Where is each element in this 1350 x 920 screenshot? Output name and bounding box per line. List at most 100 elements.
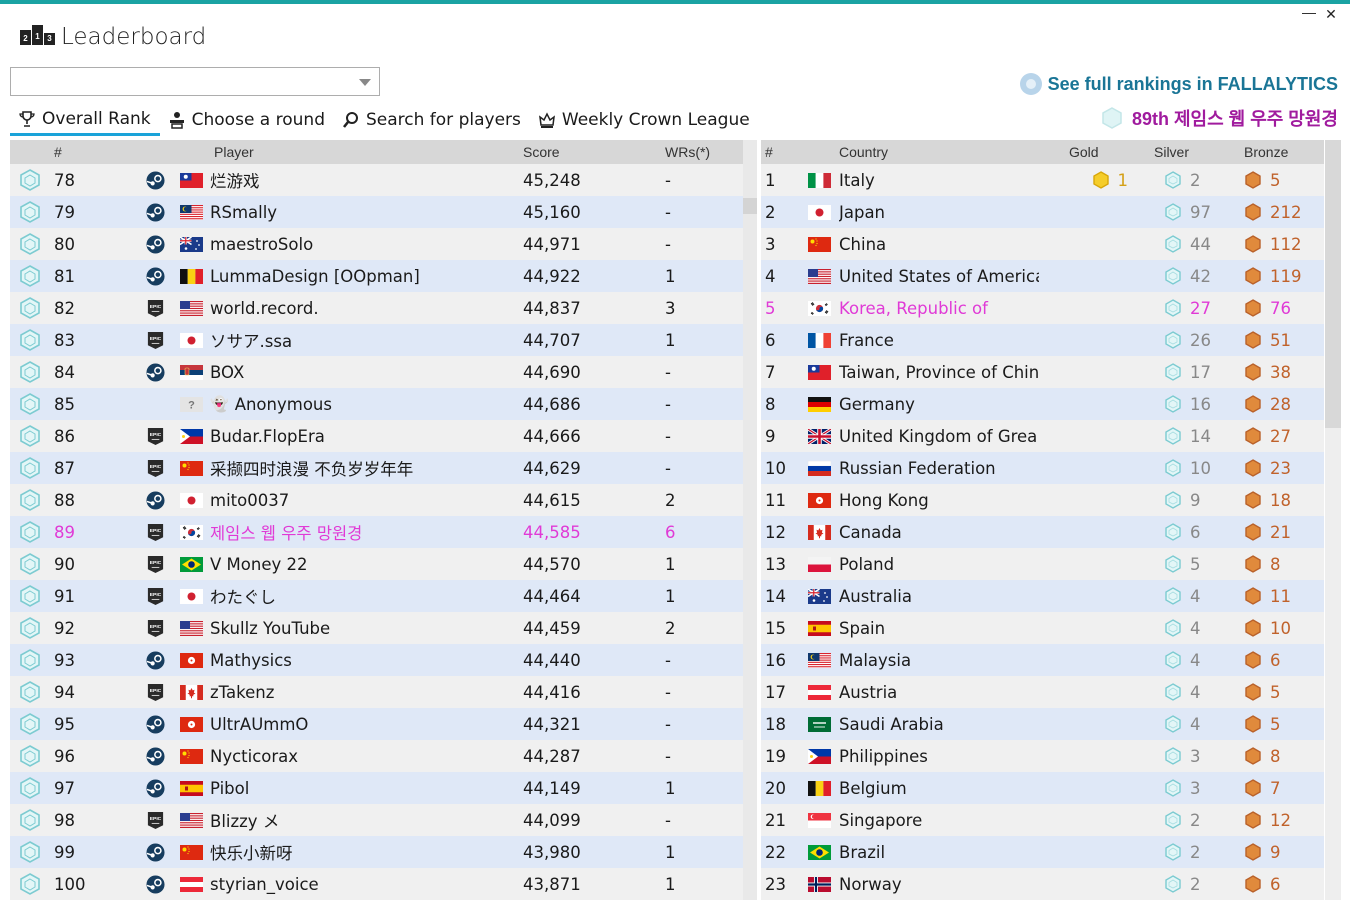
player-row[interactable]: 83 EPIC ソサア.ssa 44,707 1	[10, 324, 743, 356]
player-name[interactable]: Nycticorax	[210, 747, 298, 766]
player-row[interactable]: 82 EPIC world.record. 44,837 3	[10, 292, 743, 324]
player-name[interactable]: Blizzy メ	[210, 808, 279, 832]
country-row[interactable]: 11 Hong Kong 9 18	[761, 484, 1324, 516]
player-name[interactable]: 快乐小新呀	[210, 840, 293, 864]
country-row[interactable]: 5 Korea, Republic of 27 76	[761, 292, 1324, 324]
country-row[interactable]: 7 Taiwan, Province of China 17 38	[761, 356, 1324, 388]
unknown-flag-icon: ?	[179, 396, 203, 412]
player-name[interactable]: Mathysics	[210, 651, 292, 670]
player-name[interactable]: 제임스 웹 우주 망원경	[210, 520, 362, 544]
player-name[interactable]: ソサア.ssa	[210, 328, 292, 352]
player-row[interactable]: 96 Nycticorax 44,287 -	[10, 740, 743, 772]
country-row[interactable]: 14 Australia 4 11	[761, 580, 1324, 612]
player-row[interactable]: 99 快乐小新呀 43,980 1	[10, 836, 743, 868]
player-row[interactable]: 80 maestroSolo 44,971 -	[10, 228, 743, 260]
country-row[interactable]: 16 Malaysia 4 6	[761, 644, 1324, 676]
col-header-country-rank[interactable]: #	[761, 144, 799, 160]
player-name[interactable]: Anonymous	[235, 395, 332, 414]
country-row[interactable]: 4 United States of America 42 119	[761, 260, 1324, 292]
player-row[interactable]: 91 EPIC わたぐし 44,464 1	[10, 580, 743, 612]
silver-medal-icon	[1165, 203, 1181, 221]
col-header-player[interactable]: Player	[210, 144, 523, 160]
tab-weekly-crown-league[interactable]: Weekly Crown League	[530, 104, 759, 136]
player-row[interactable]: 94 EPIC zTakenz 44,416 -	[10, 676, 743, 708]
col-header-bronze[interactable]: Bronze	[1229, 144, 1324, 160]
countries-scrollbar-thumb[interactable]	[1325, 140, 1341, 428]
player-name[interactable]: world.record.	[210, 299, 319, 318]
player-name[interactable]: mito0037	[210, 491, 289, 510]
tab-choose-a-round[interactable]: Choose a round	[160, 104, 334, 136]
player-name[interactable]: zTakenz	[210, 683, 274, 702]
col-header-gold[interactable]: Gold	[1039, 144, 1134, 160]
player-name[interactable]: Pibol	[210, 779, 249, 798]
player-name[interactable]: LummaDesign [OOpman]	[210, 267, 420, 286]
player-row[interactable]: 92 EPIC Skullz YouTube 44,459 2	[10, 612, 743, 644]
player-name[interactable]: V Money 22	[210, 555, 307, 574]
country-row[interactable]: 15 Spain 4 10	[761, 612, 1324, 644]
country-row[interactable]: 18 Saudi Arabia 4 5	[761, 708, 1324, 740]
player-wrs: -	[665, 426, 671, 446]
players-scrollbar-thumb[interactable]	[743, 198, 757, 214]
player-row[interactable]: 89 EPIC 제임스 웹 우주 망원경 44,585 6	[10, 516, 743, 548]
player-name[interactable]: 烂游戏	[210, 168, 260, 192]
player-name[interactable]: Skullz YouTube	[210, 619, 330, 638]
col-header-country[interactable]: Country	[839, 144, 1039, 160]
players-scrollbar[interactable]	[743, 140, 757, 900]
player-name[interactable]: styrian_voice	[210, 875, 319, 894]
player-name[interactable]: maestroSolo	[210, 235, 313, 254]
player-row[interactable]: 98 EPIC Blizzy メ 44,099 -	[10, 804, 743, 836]
country-row[interactable]: 17 Austria 4 5	[761, 676, 1324, 708]
country-row[interactable]: 1 Italy 1 2 5	[761, 164, 1324, 196]
bronze-count: 10	[1270, 618, 1291, 638]
country-row[interactable]: 22 Brazil 2 9	[761, 836, 1324, 868]
col-header-rank[interactable]: #	[50, 144, 138, 160]
player-row[interactable]: 95 UltrAUmmO 44,321 -	[10, 708, 743, 740]
col-header-silver[interactable]: Silver	[1134, 144, 1229, 160]
player-name[interactable]: Budar.FlopEra	[210, 427, 325, 446]
flag-pl-icon	[807, 556, 831, 572]
country-row[interactable]: 6 France 26 51	[761, 324, 1324, 356]
countries-scrollbar[interactable]	[1325, 140, 1341, 900]
fallalytics-link[interactable]: See full rankings in FALLALYTICS	[1019, 73, 1338, 95]
players-table: # Player Score WRs(*) 78 烂游戏 45,248 - 79 RSma…	[10, 140, 743, 900]
country-row[interactable]: 8 Germany 16 28	[761, 388, 1324, 420]
player-row[interactable]: 97 Pibol 44,149 1	[10, 772, 743, 804]
player-row[interactable]: 90 EPIC V Money 22 44,570 1	[10, 548, 743, 580]
flag-us-icon	[807, 268, 831, 284]
player-row[interactable]: 86 EPIC Budar.FlopEra 44,666 -	[10, 420, 743, 452]
player-name[interactable]: わたぐし	[210, 584, 276, 608]
country-row[interactable]: 20 Belgium 3 7	[761, 772, 1324, 804]
season-dropdown[interactable]	[10, 67, 380, 96]
player-row[interactable]: 93 Mathysics 44,440 -	[10, 644, 743, 676]
player-row[interactable]: 100 styrian_voice 43,871 1	[10, 868, 743, 900]
player-row[interactable]: 81 LummaDesign [OOpman] 44,922 1	[10, 260, 743, 292]
player-row[interactable]: 85? 👻 Anonymous 44,686 -	[10, 388, 743, 420]
flag-br-icon	[179, 556, 203, 572]
player-row[interactable]: 88 mito0037 44,615 2	[10, 484, 743, 516]
col-header-wrs[interactable]: WRs(*)	[665, 144, 743, 160]
player-row[interactable]: 78 烂游戏 45,248 -	[10, 164, 743, 196]
country-row[interactable]: 13 Poland 5 8	[761, 548, 1324, 580]
close-button[interactable]: ✕	[1321, 6, 1341, 23]
country-row[interactable]: 23 Norway 2 6	[761, 868, 1324, 900]
player-row[interactable]: 84 BOX 44,690 -	[10, 356, 743, 388]
player-row[interactable]: 87 EPIC 采撷四时浪漫 不负岁岁年年 44,629 -	[10, 452, 743, 484]
country-row[interactable]: 10 Russian Federation 10 23	[761, 452, 1324, 484]
country-row[interactable]: 3 China 44 112	[761, 228, 1324, 260]
tab-search-for-players[interactable]: Search for players	[334, 104, 530, 136]
minimize-button[interactable]: —	[1299, 4, 1319, 20]
country-row[interactable]: 12 Canada 6 21	[761, 516, 1324, 548]
silver-count: 4	[1190, 618, 1201, 638]
country-row[interactable]: 9 United Kingdom of Grea... 14 27	[761, 420, 1324, 452]
player-name[interactable]: 采撷四时浪漫 不负岁岁年年	[210, 456, 413, 480]
col-header-score[interactable]: Score	[523, 144, 665, 160]
tab-overall-rank[interactable]: Overall Rank	[10, 104, 160, 136]
player-name[interactable]: UltrAUmmO	[210, 715, 308, 734]
player-row[interactable]: 79 RSmally 45,160 -	[10, 196, 743, 228]
country-row[interactable]: 2 Japan 97 212	[761, 196, 1324, 228]
player-name[interactable]: BOX	[210, 363, 244, 382]
player-name[interactable]: RSmally	[210, 203, 277, 222]
flag-sg-icon	[807, 812, 831, 828]
country-row[interactable]: 21 Singapore 2 12	[761, 804, 1324, 836]
country-row[interactable]: 19 Philippines 3 8	[761, 740, 1324, 772]
